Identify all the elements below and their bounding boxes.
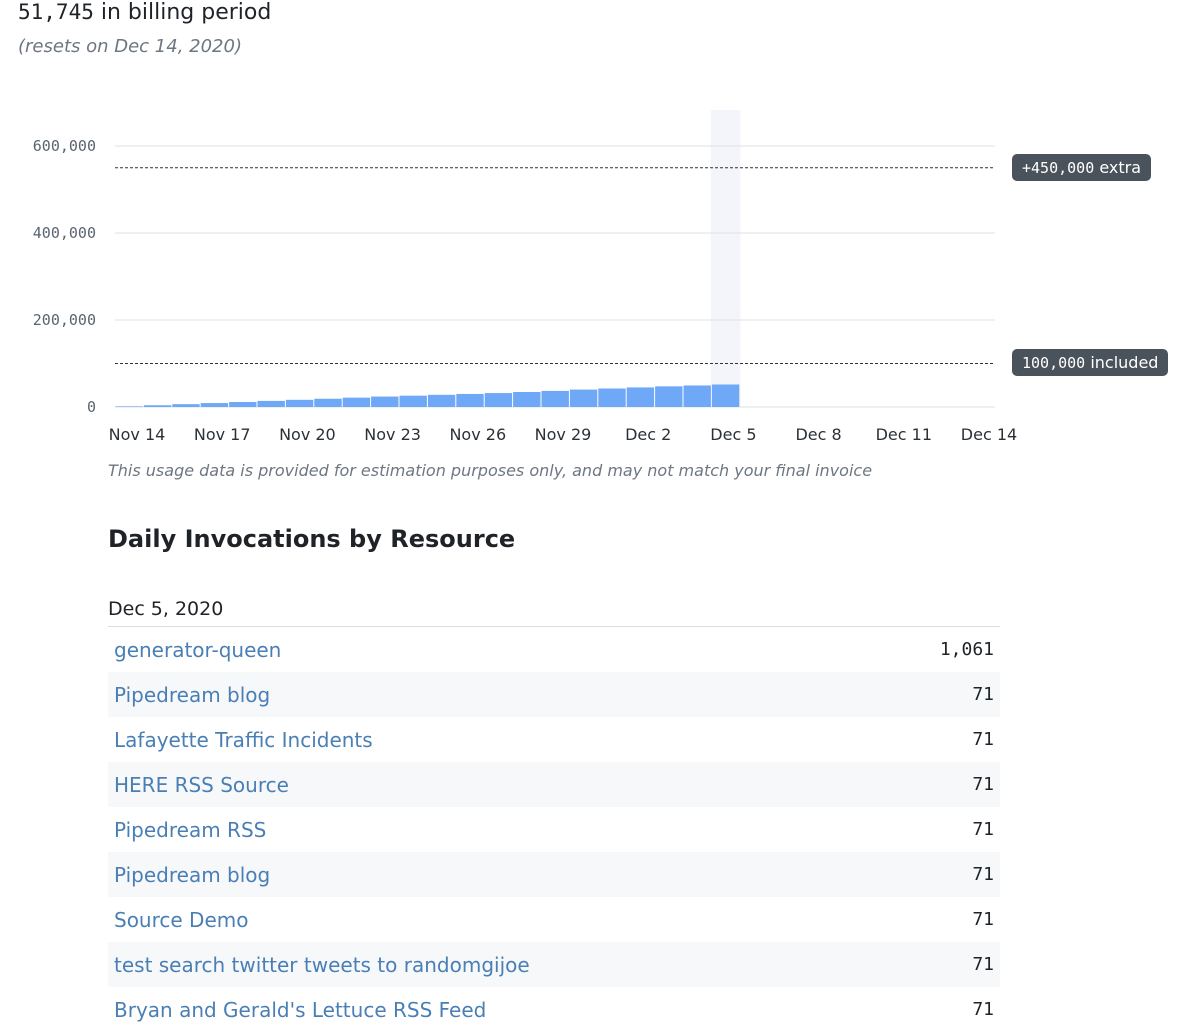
usage-bar (541, 390, 569, 407)
y-tick-label: 0 (87, 398, 96, 416)
table-row: HERE RSS Source 71 (108, 762, 1000, 807)
usage-bar (285, 399, 314, 407)
included-quota-number: 100,000 (1022, 354, 1086, 372)
included-quota-label: 100,000 included (1012, 349, 1169, 376)
y-tick-label: 400,000 (33, 224, 96, 242)
invocation-count: 71 (972, 819, 994, 840)
section-title: Daily Invocations by Resource (108, 525, 516, 553)
usage-bar (143, 405, 172, 407)
table-row: Lafayette Traffic Incidents 71 (108, 717, 1000, 762)
invocation-count: 71 (972, 954, 994, 975)
usage-bar (427, 394, 456, 407)
usage-bar (513, 391, 541, 407)
usage-bar (655, 386, 683, 407)
usage-bar (569, 389, 598, 407)
usage-bar (371, 396, 399, 407)
extra-quota-number: +450,000 (1022, 159, 1095, 177)
usage-bar (172, 404, 200, 407)
table-row: Source Demo 71 (108, 897, 1000, 942)
usage-chart: 0 200,000 400,000 600,000 Nov 14 Nov 17 Nov 20… (33, 110, 1017, 444)
resource-link[interactable]: Bryan and Gerald's Lettuce RSS Feed (114, 998, 486, 1022)
y-tick-label: 600,000 (33, 137, 96, 155)
selected-day-band (710, 110, 741, 407)
resource-table: generator-queen 1,061 Pipedream blog 71 Lafa… (108, 627, 1000, 1032)
table-date-header: Dec 5, 2020 (108, 598, 1000, 627)
x-tick-label: Nov 26 (449, 425, 506, 444)
usage-bar (257, 400, 285, 407)
usage-bar (683, 385, 711, 407)
usage-bar (314, 398, 342, 407)
table-row: generator-queen 1,061 (108, 627, 1000, 672)
table-row: Bryan and Gerald's Lettuce RSS Feed 71 (108, 987, 1000, 1032)
x-tick-label: Dec 5 (710, 425, 756, 444)
invocation-count: 71 (972, 864, 994, 885)
table-row: test search twitter tweets to randomgijo… (108, 942, 1000, 987)
usage-bar (626, 387, 655, 407)
usage-disclaimer: This usage data is provided for estimati… (108, 461, 873, 480)
x-tick-label: Dec 8 (795, 425, 841, 444)
usage-bar (598, 388, 626, 407)
extra-quota-label: +450,000 extra (1012, 154, 1152, 181)
usage-bar (229, 401, 257, 407)
x-tick-label: Nov 20 (279, 425, 336, 444)
resource-link[interactable]: Pipedream RSS (114, 818, 266, 842)
usage-bar (484, 393, 513, 407)
usage-bar (456, 393, 484, 407)
resource-link[interactable]: Source Demo (114, 908, 248, 932)
invocation-count: 71 (972, 909, 994, 930)
x-tick-label: Nov 29 (535, 425, 592, 444)
resource-link[interactable]: generator-queen (114, 638, 281, 662)
table-row: Pipedream blog 71 (108, 672, 1000, 717)
x-tick-label: Nov 23 (364, 425, 421, 444)
invocation-count: 71 (972, 684, 994, 705)
usage-bar (711, 384, 740, 407)
resource-link[interactable]: Lafayette Traffic Incidents (114, 728, 373, 752)
usage-bar (342, 397, 371, 407)
invocation-count: 71 (972, 999, 994, 1020)
table-row: Pipedream RSS 71 (108, 807, 1000, 852)
usage-bar (115, 406, 143, 407)
x-tick-label: Dec 14 (961, 425, 1017, 444)
resource-link[interactable]: HERE RSS Source (114, 773, 289, 797)
table-row: Pipedream blog 71 (108, 852, 1000, 897)
included-quota-text: included (1090, 353, 1159, 372)
resource-link[interactable]: Pipedream blog (114, 863, 270, 887)
y-tick-label: 200,000 (33, 311, 96, 329)
x-tick-label: Nov 14 (109, 425, 166, 444)
invocation-count: 71 (972, 729, 994, 750)
x-tick-label: Nov 17 (194, 425, 251, 444)
resource-link[interactable]: test search twitter tweets to randomgijo… (114, 953, 530, 977)
usage-bar (200, 403, 229, 407)
invocation-count: 71 (972, 774, 994, 795)
x-tick-label: Dec 11 (876, 425, 932, 444)
usage-bar (399, 395, 427, 407)
resource-link[interactable]: Pipedream blog (114, 683, 270, 707)
invocation-count: 1,061 (939, 639, 994, 660)
extra-quota-text: extra (1099, 158, 1142, 177)
x-tick-label: Dec 2 (625, 425, 671, 444)
